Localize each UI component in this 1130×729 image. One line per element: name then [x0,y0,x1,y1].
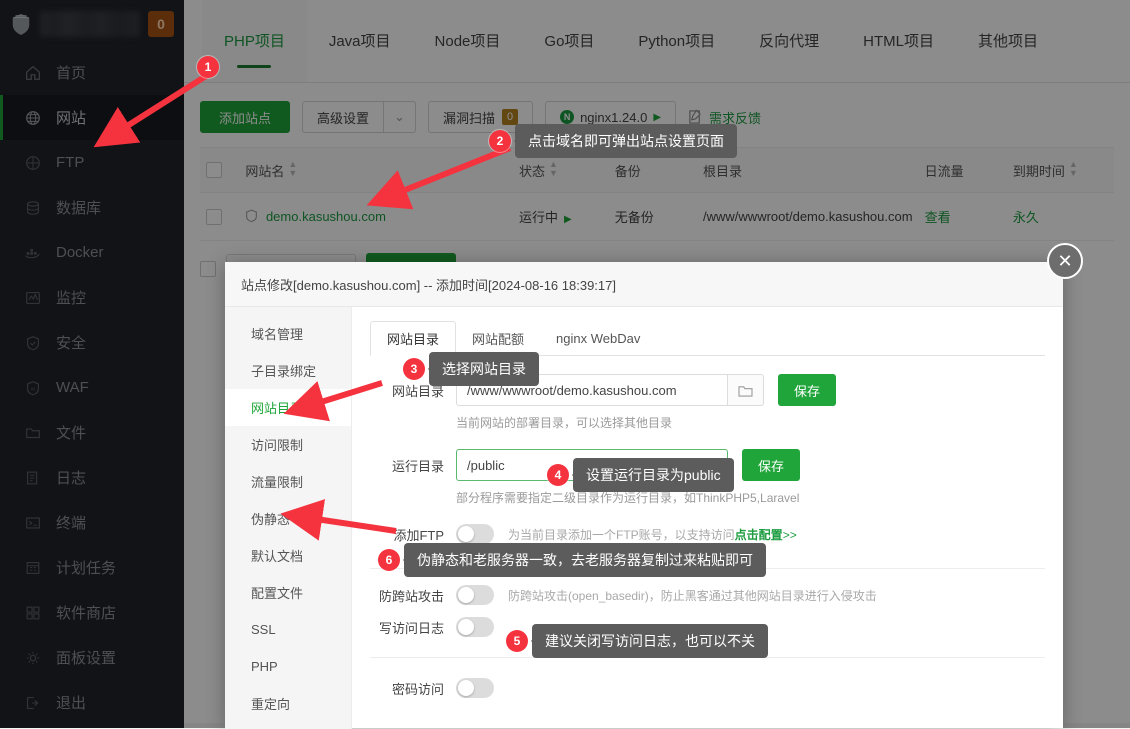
annotation-arrows [93,73,512,541]
annotation-callout: 设置运行目录为public [572,458,734,492]
annotation-5: 5 建议关闭写访问日志，也可以不关 [506,624,768,658]
annotation-callout: 点击域名即可弹出站点设置页面 [514,124,737,158]
arrow-3 [283,380,383,422]
annotation-callout: 建议关闭写访问日志，也可以不关 [531,624,768,658]
annotation-3: 3 选择网站目录 [403,352,539,386]
annotation-marker: 1 [197,56,219,78]
annotation-callout: 选择网站目录 [428,352,539,386]
arrow-1 [93,73,208,148]
annotation-1: 1 [197,56,219,78]
annotation-callout: 伪静态和老服务器一致，去老服务器复制过来粘贴即可 [403,543,766,577]
annotation-2: 2 点击域名即可弹出站点设置页面 [489,124,737,158]
annotation-4: 4 设置运行目录为public [547,458,734,492]
annotation-6: 6 伪静态和老服务器一致，去老服务器复制过来粘贴即可 [378,543,766,577]
arrow-6 [280,499,397,541]
